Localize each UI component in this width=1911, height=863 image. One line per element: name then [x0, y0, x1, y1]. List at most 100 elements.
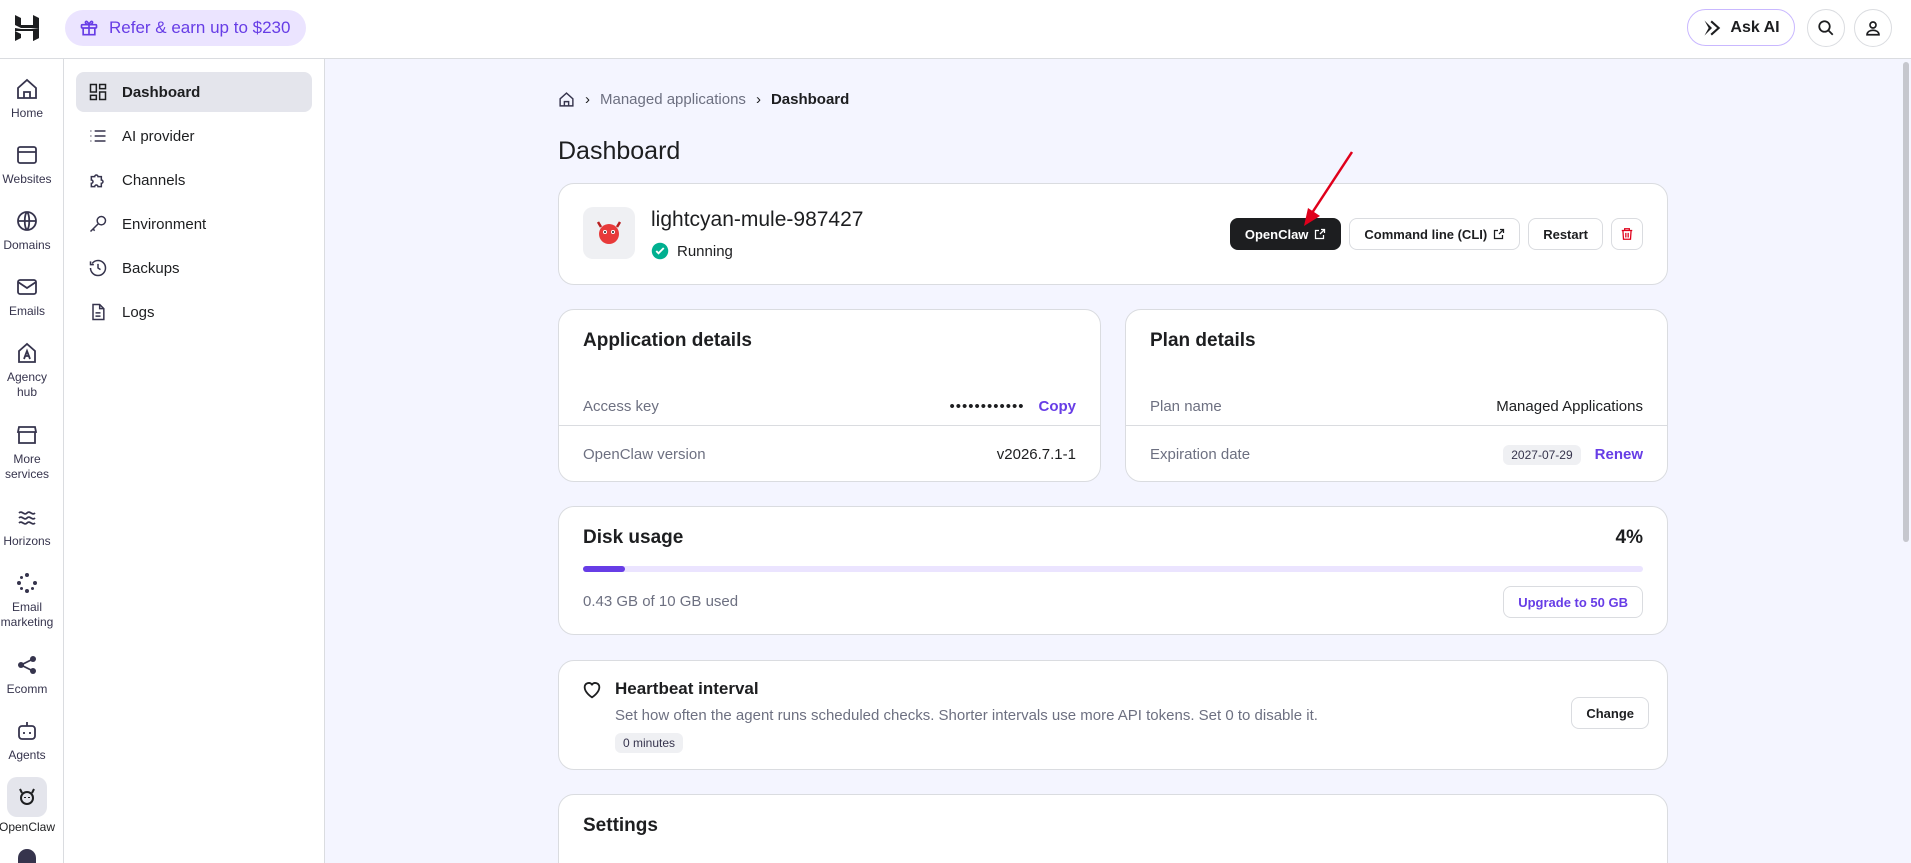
openclaw-subnav: Dashboard AI provider Channels Environme… [64, 59, 325, 863]
rail-item-websites[interactable]: Websites [0, 143, 54, 187]
breadcrumb: › Managed applications › Dashboard [558, 91, 849, 108]
card-title: Settings [583, 815, 658, 836]
search-icon [1817, 19, 1835, 37]
trash-icon [1621, 228, 1633, 240]
robot-icon [18, 722, 36, 740]
heart-icon [583, 682, 601, 699]
row-label: Expiration date [1150, 446, 1251, 463]
sparkle-icon [17, 573, 37, 593]
rail-item-ecomm[interactable]: Ecomm [0, 653, 54, 697]
card-title: Application details [583, 330, 752, 351]
disk-progress-fill [583, 566, 626, 572]
gift-icon [79, 18, 99, 38]
subnav-item-logs[interactable]: Logs [76, 292, 312, 332]
renew-button[interactable]: Renew [1595, 446, 1643, 463]
dashboard-icon [89, 83, 107, 101]
home-crumb-icon[interactable] [558, 91, 575, 108]
row-label: Access key [583, 398, 659, 415]
openclaw-icon [19, 788, 35, 805]
subnav-item-backups[interactable]: Backups [76, 248, 312, 288]
app-avatar [583, 207, 635, 259]
heartbeat-card: Heartbeat interval Set how often the age… [558, 660, 1668, 770]
subnav-item-environment[interactable]: Environment [76, 204, 312, 244]
external-link-icon [1315, 228, 1326, 240]
breadcrumb-current: Dashboard [770, 91, 850, 108]
status-label: Running [677, 242, 733, 260]
command-line-button[interactable]: Command line (CLI) [1349, 218, 1521, 250]
subnav-label: Logs [122, 303, 155, 321]
rail-item-agents[interactable]: Agents [0, 719, 54, 763]
subnav-label: Environment [122, 215, 207, 233]
button-label: OpenClaw [1244, 226, 1309, 242]
version-value: v2026.7.1-1 [996, 446, 1076, 463]
disk-used-text: 0.43 GB of 10 GB used [583, 593, 739, 610]
chevron-right-icon: › [755, 91, 761, 108]
page-scrollbar[interactable] [1903, 62, 1909, 542]
rail-item-home[interactable]: Home [0, 77, 54, 121]
card-title: Disk usage [583, 527, 684, 548]
copy-access-key-button[interactable]: Copy [1039, 398, 1077, 415]
row-label: OpenClaw version [583, 446, 706, 463]
refer-earn-button[interactable]: Refer & earn up to $230 [65, 10, 307, 46]
page-title: Dashboard [558, 137, 681, 165]
change-heartbeat-button[interactable]: Change [1571, 697, 1649, 729]
subnav-item-channels[interactable]: Channels [76, 160, 312, 200]
ask-ai-button[interactable]: Ask AI [1687, 9, 1795, 46]
list-icon [90, 130, 106, 142]
application-details-card: Application details Access key •••••••••… [558, 309, 1101, 482]
rail-item-more-services[interactable]: More services [0, 423, 54, 482]
breadcrumb-parent[interactable]: Managed applications [600, 91, 746, 108]
rail-label: Domains [3, 238, 51, 252]
rail-label: Emails [8, 304, 45, 318]
disk-usage-card: Disk usage 4% 0.43 GB of 10 GB used Upgr… [558, 506, 1668, 635]
main-nav-rail: Home Websites Domains Emails Agency hub … [0, 59, 64, 863]
rail-item-domains[interactable]: Domains [0, 209, 54, 253]
rail-label: More services [4, 452, 49, 481]
chevron-right-icon: › [585, 91, 590, 108]
rail-label: Websites [2, 172, 52, 186]
check-circle-icon [651, 242, 669, 260]
home-icon [17, 78, 37, 99]
button-label: Restart [1543, 226, 1588, 242]
subnav-item-ai-provider[interactable]: AI provider [76, 116, 312, 156]
upgrade-storage-button[interactable]: Upgrade to 50 GB [1503, 586, 1643, 618]
app-name: lightcyan-mule-987427 [651, 208, 864, 231]
heartbeat-value-wrap: 0 minutes [615, 733, 684, 753]
app-status: Running [651, 242, 733, 260]
rail-item-emails[interactable]: Emails [0, 275, 54, 319]
rail-label: Email marketing [0, 600, 54, 629]
refer-label: Refer & earn up to $230 [109, 18, 291, 37]
expiration-row: Expiration date 2027-07-29 Renew [1126, 426, 1667, 483]
rail-label: Agency hub [6, 370, 48, 399]
settings-card: Settings [558, 794, 1668, 863]
browser-icon [17, 146, 37, 164]
restart-button[interactable]: Restart [1528, 218, 1603, 250]
search-button[interactable] [1807, 9, 1845, 47]
row-label: Plan name [1150, 398, 1222, 415]
delete-button[interactable] [1611, 218, 1643, 250]
heartbeat-value-badge: 0 minutes [615, 733, 684, 753]
subnav-label: AI provider [122, 127, 195, 145]
share-icon [18, 656, 36, 674]
button-label: Command line (CLI) [1364, 226, 1488, 242]
subnav-label: Backups [122, 259, 180, 277]
rail-label: OpenClaw [0, 820, 56, 834]
ask-ai-icon [1702, 18, 1722, 38]
more-rail-icon [18, 849, 36, 863]
hostinger-logo[interactable] [12, 13, 42, 43]
ask-ai-label: Ask AI [1730, 18, 1780, 36]
account-button[interactable] [1854, 9, 1892, 47]
rail-item-agency-hub[interactable]: Agency hub [0, 341, 54, 400]
rail-label: Home [10, 106, 43, 120]
store-icon [16, 426, 38, 444]
subnav-item-dashboard[interactable]: Dashboard [76, 72, 312, 112]
button-label: Upgrade to 50 GB [1518, 594, 1628, 610]
rail-item-horizons[interactable]: Horizons [0, 505, 54, 549]
history-icon [89, 259, 107, 277]
rail-item-openclaw[interactable]: OpenClaw [0, 777, 55, 835]
rail-item-email-marketing[interactable]: Email marketing [0, 571, 54, 630]
card-title: Plan details [1150, 330, 1256, 351]
annotation-arrow [1304, 151, 1354, 226]
rail-label: Agents [8, 748, 46, 762]
external-link-icon [1494, 228, 1505, 240]
